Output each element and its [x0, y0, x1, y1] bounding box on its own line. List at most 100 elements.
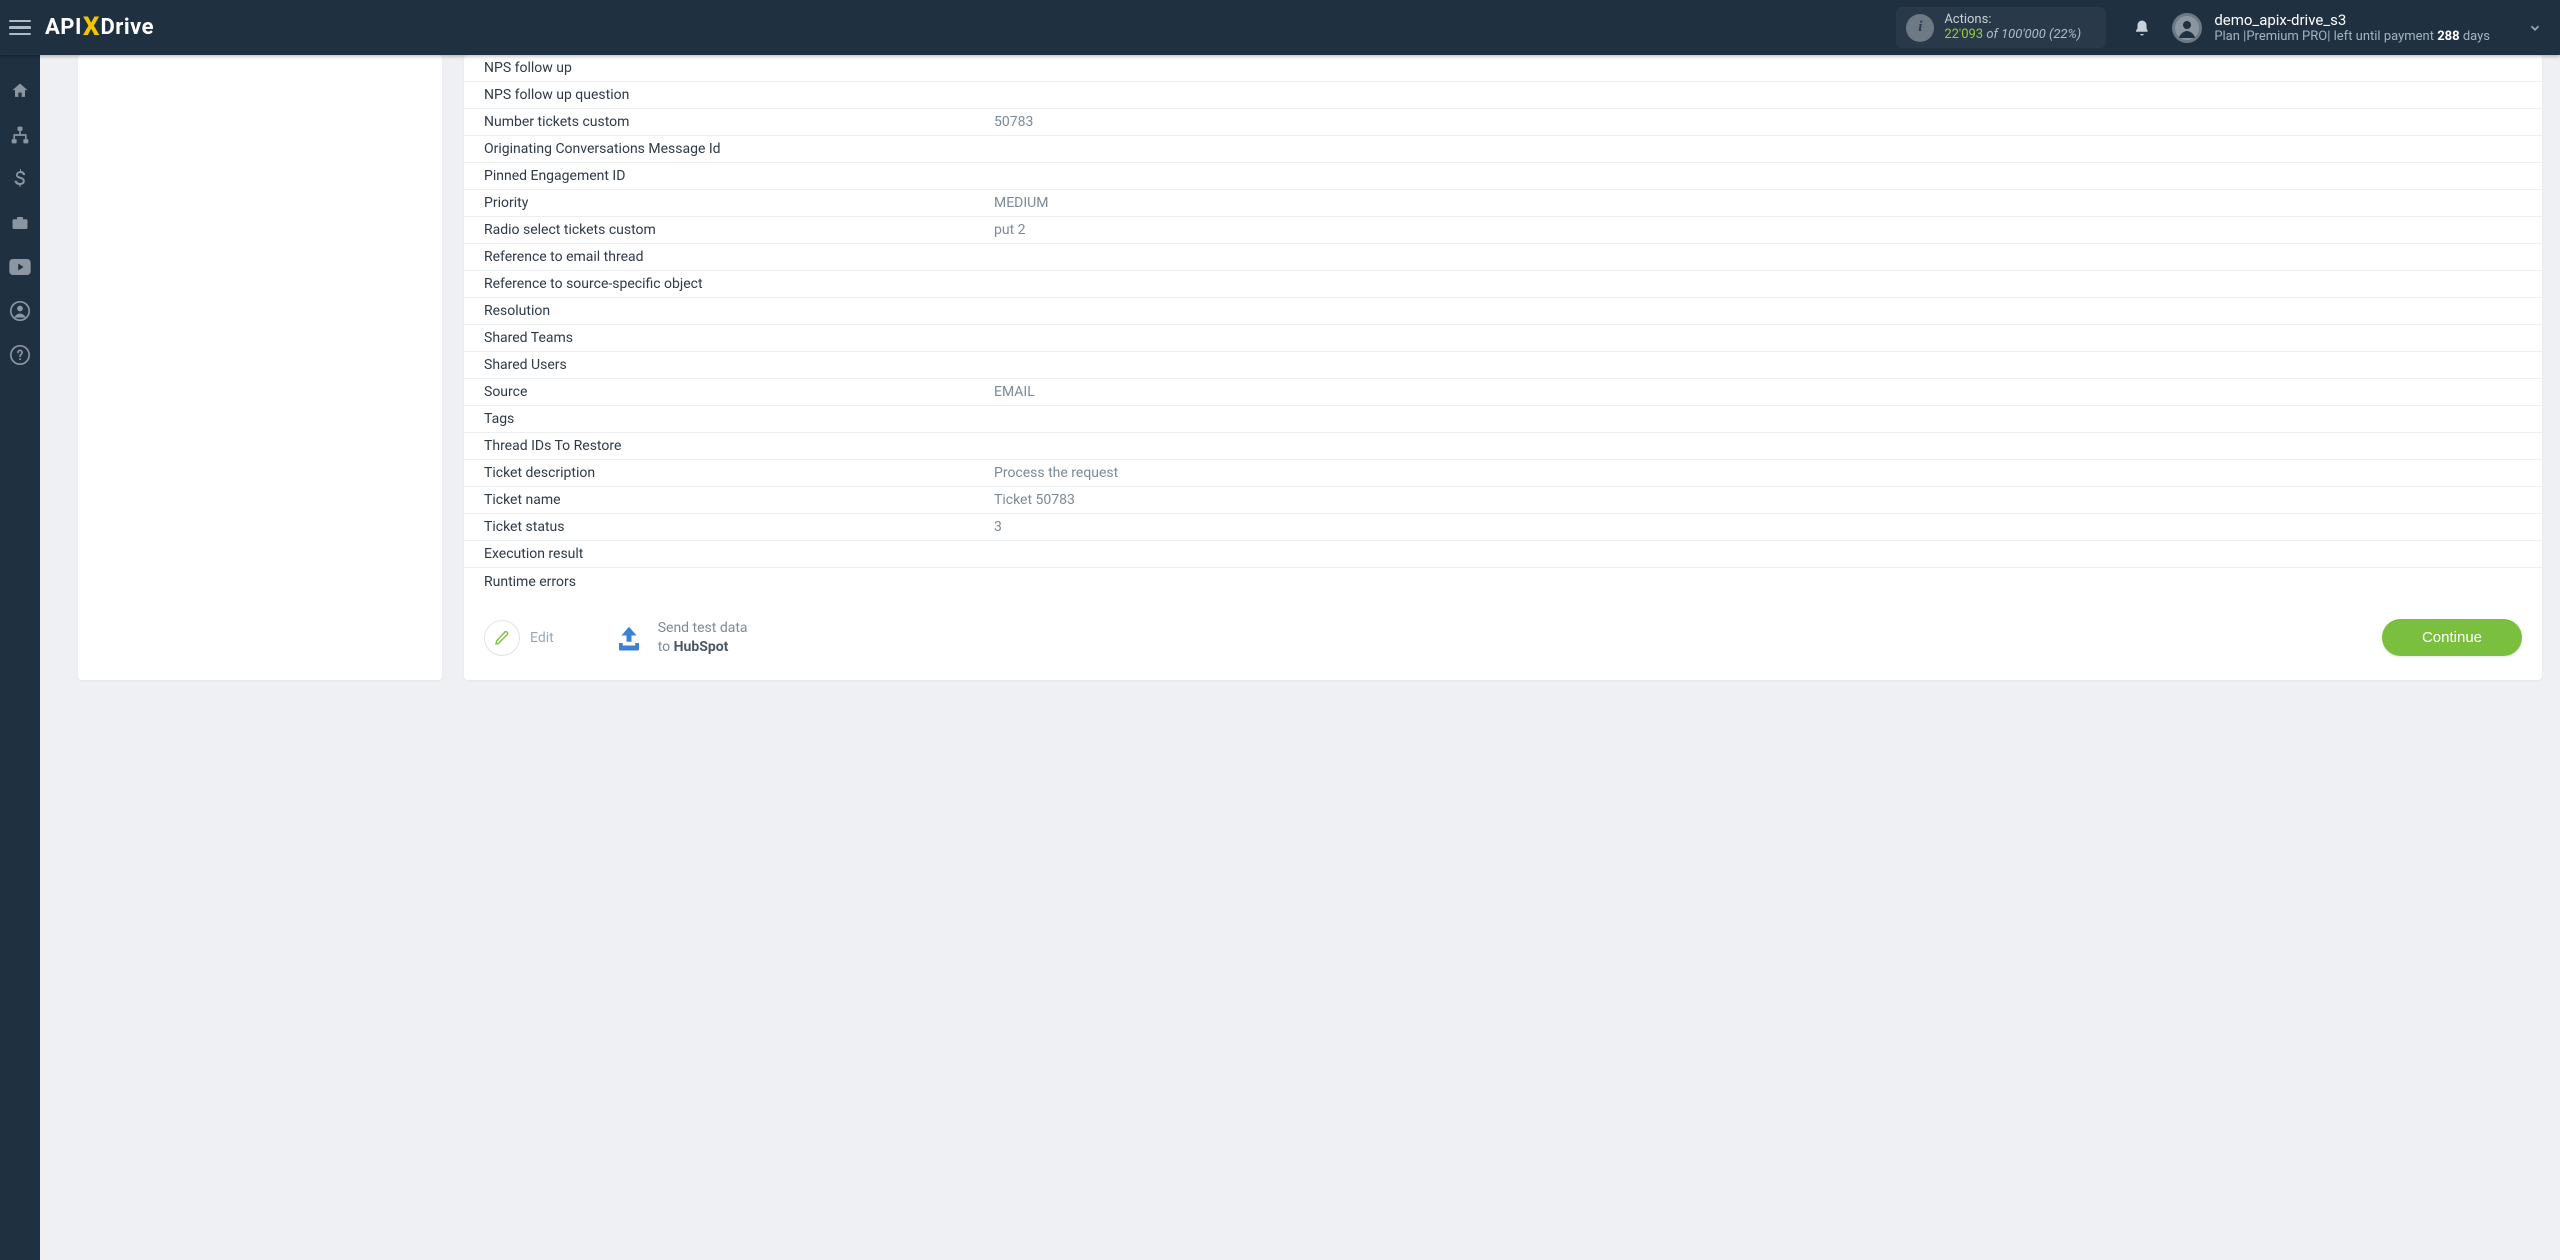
field-label: Pinned Engagement ID	[484, 168, 994, 184]
sidebar-connections[interactable]	[0, 124, 40, 146]
field-value: Process the request	[994, 465, 2522, 481]
user-circle-icon	[10, 301, 30, 321]
actions-label: Actions:	[1944, 13, 2081, 28]
field-value: Ticket 50783	[994, 492, 2522, 508]
table-row: NPS follow up question	[464, 82, 2542, 109]
table-row: Number tickets custom50783	[464, 109, 2542, 136]
table-row: Radio select tickets customput 2	[464, 217, 2542, 244]
user-plan: Plan |Premium PRO| left until payment 28…	[2214, 29, 2490, 45]
field-value: 3	[994, 519, 2522, 535]
card-footer: Edit Send test data to HubSpot Continue	[464, 601, 2542, 656]
hamburger-icon	[9, 20, 31, 36]
plan-days: 288	[2437, 29, 2459, 44]
field-label: Ticket description	[484, 465, 994, 481]
table-row: Runtime errors	[464, 568, 2542, 595]
field-label: Ticket status	[484, 519, 994, 535]
menu-button[interactable]	[0, 0, 40, 55]
sidebar-account[interactable]	[0, 300, 40, 322]
table-row: SourceEMAIL	[464, 379, 2542, 406]
actions-total: 100'000	[2001, 27, 2046, 42]
question-icon	[10, 345, 30, 365]
send-line2-target: HubSpot	[674, 639, 729, 655]
table-row: PriorityMEDIUM	[464, 190, 2542, 217]
table-row: Originating Conversations Message Id	[464, 136, 2542, 163]
field-label: Shared Teams	[484, 330, 994, 346]
notifications-button[interactable]	[2122, 8, 2162, 48]
sidebar-home[interactable]	[0, 80, 40, 102]
send-test-data-button[interactable]: Send test data to HubSpot	[612, 619, 748, 655]
plan-mid: | left until payment	[2327, 29, 2437, 44]
send-line1: Send test data	[658, 619, 748, 637]
fields-table: NPS follow up NPS follow up question Numbe…	[464, 55, 2542, 595]
actions-pct: (22%)	[2046, 27, 2081, 42]
field-label: Resolution	[484, 303, 994, 319]
sidebar-tutorials[interactable]	[0, 256, 40, 278]
field-label: Shared Users	[484, 357, 994, 373]
table-row: Ticket descriptionProcess the request	[464, 460, 2542, 487]
field-label: Radio select tickets custom	[484, 222, 994, 238]
sitemap-icon	[10, 125, 30, 145]
edit-button[interactable]: Edit	[484, 620, 554, 656]
edit-label: Edit	[530, 630, 554, 646]
field-label: Originating Conversations Message Id	[484, 141, 994, 157]
actions-usage-box[interactable]: i Actions: 22'093 of 100'000 (22%)	[1896, 7, 2106, 49]
plan-name: Premium PRO	[2246, 29, 2327, 44]
bell-icon	[2133, 18, 2151, 38]
send-line2-pre: to	[658, 639, 674, 655]
home-icon	[10, 81, 30, 101]
table-row: Reference to source-specific object	[464, 271, 2542, 298]
table-row: NPS follow up	[464, 55, 2542, 82]
field-value: 50783	[994, 114, 2522, 130]
field-value: put 2	[994, 222, 2522, 238]
briefcase-icon	[10, 214, 30, 232]
table-row: Execution result	[464, 541, 2542, 568]
table-row: Pinned Engagement ID	[464, 163, 2542, 190]
table-row: Thread IDs To Restore	[464, 433, 2542, 460]
avatar-icon	[2172, 13, 2202, 43]
logo-post: Drive	[100, 15, 154, 40]
logo-pre: API	[45, 15, 82, 40]
field-label: Reference to email thread	[484, 249, 994, 265]
field-value: EMAIL	[994, 384, 2522, 400]
field-label: NPS follow up question	[484, 87, 994, 103]
actions-used: 22'093	[1944, 27, 1983, 42]
user-menu[interactable]: demo_apix-drive_s3 Plan |Premium PRO| le…	[2172, 11, 2542, 45]
field-label: Tags	[484, 411, 994, 427]
table-row: Ticket status3	[464, 514, 2542, 541]
field-label: Number tickets custom	[484, 114, 994, 130]
app-logo[interactable]: API X Drive	[45, 13, 154, 43]
app-header: API X Drive i Actions: 22'093 of 100'000…	[0, 0, 2560, 55]
field-label: NPS follow up	[484, 60, 994, 76]
table-row: Shared Users	[464, 352, 2542, 379]
logo-x-icon: X	[83, 12, 100, 42]
sidebar-tools[interactable]	[0, 212, 40, 234]
user-name: demo_apix-drive_s3	[2214, 11, 2490, 29]
field-value: MEDIUM	[994, 195, 2522, 211]
right-panel: NPS follow up NPS follow up question Numbe…	[464, 55, 2542, 680]
table-row: Shared Teams	[464, 325, 2542, 352]
table-row: Ticket nameTicket 50783	[464, 487, 2542, 514]
sidebar	[0, 55, 40, 1260]
main-content: NPS follow up NPS follow up question Numbe…	[40, 55, 2560, 1260]
send-text: Send test data to HubSpot	[658, 619, 748, 655]
continue-button[interactable]: Continue	[2382, 619, 2522, 656]
chevron-down-icon	[2502, 21, 2542, 35]
field-label: Ticket name	[484, 492, 994, 508]
info-icon: i	[1906, 14, 1934, 42]
table-row: Reference to email thread	[464, 244, 2542, 271]
field-label: Source	[484, 384, 994, 400]
pencil-icon	[484, 620, 520, 656]
sidebar-billing[interactable]	[0, 168, 40, 190]
actions-text: Actions: 22'093 of 100'000 (22%)	[1944, 13, 2081, 43]
field-label: Execution result	[484, 546, 994, 562]
left-panel	[78, 55, 442, 680]
actions-of: of	[1983, 27, 2001, 42]
sidebar-help[interactable]	[0, 344, 40, 366]
plan-prefix: Plan |	[2214, 29, 2246, 44]
field-label: Reference to source-specific object	[484, 276, 994, 292]
field-label: Runtime errors	[484, 574, 994, 590]
table-row: Resolution	[464, 298, 2542, 325]
youtube-icon	[9, 259, 31, 275]
user-text: demo_apix-drive_s3 Plan |Premium PRO| le…	[2214, 11, 2490, 45]
dollar-icon	[14, 169, 26, 189]
